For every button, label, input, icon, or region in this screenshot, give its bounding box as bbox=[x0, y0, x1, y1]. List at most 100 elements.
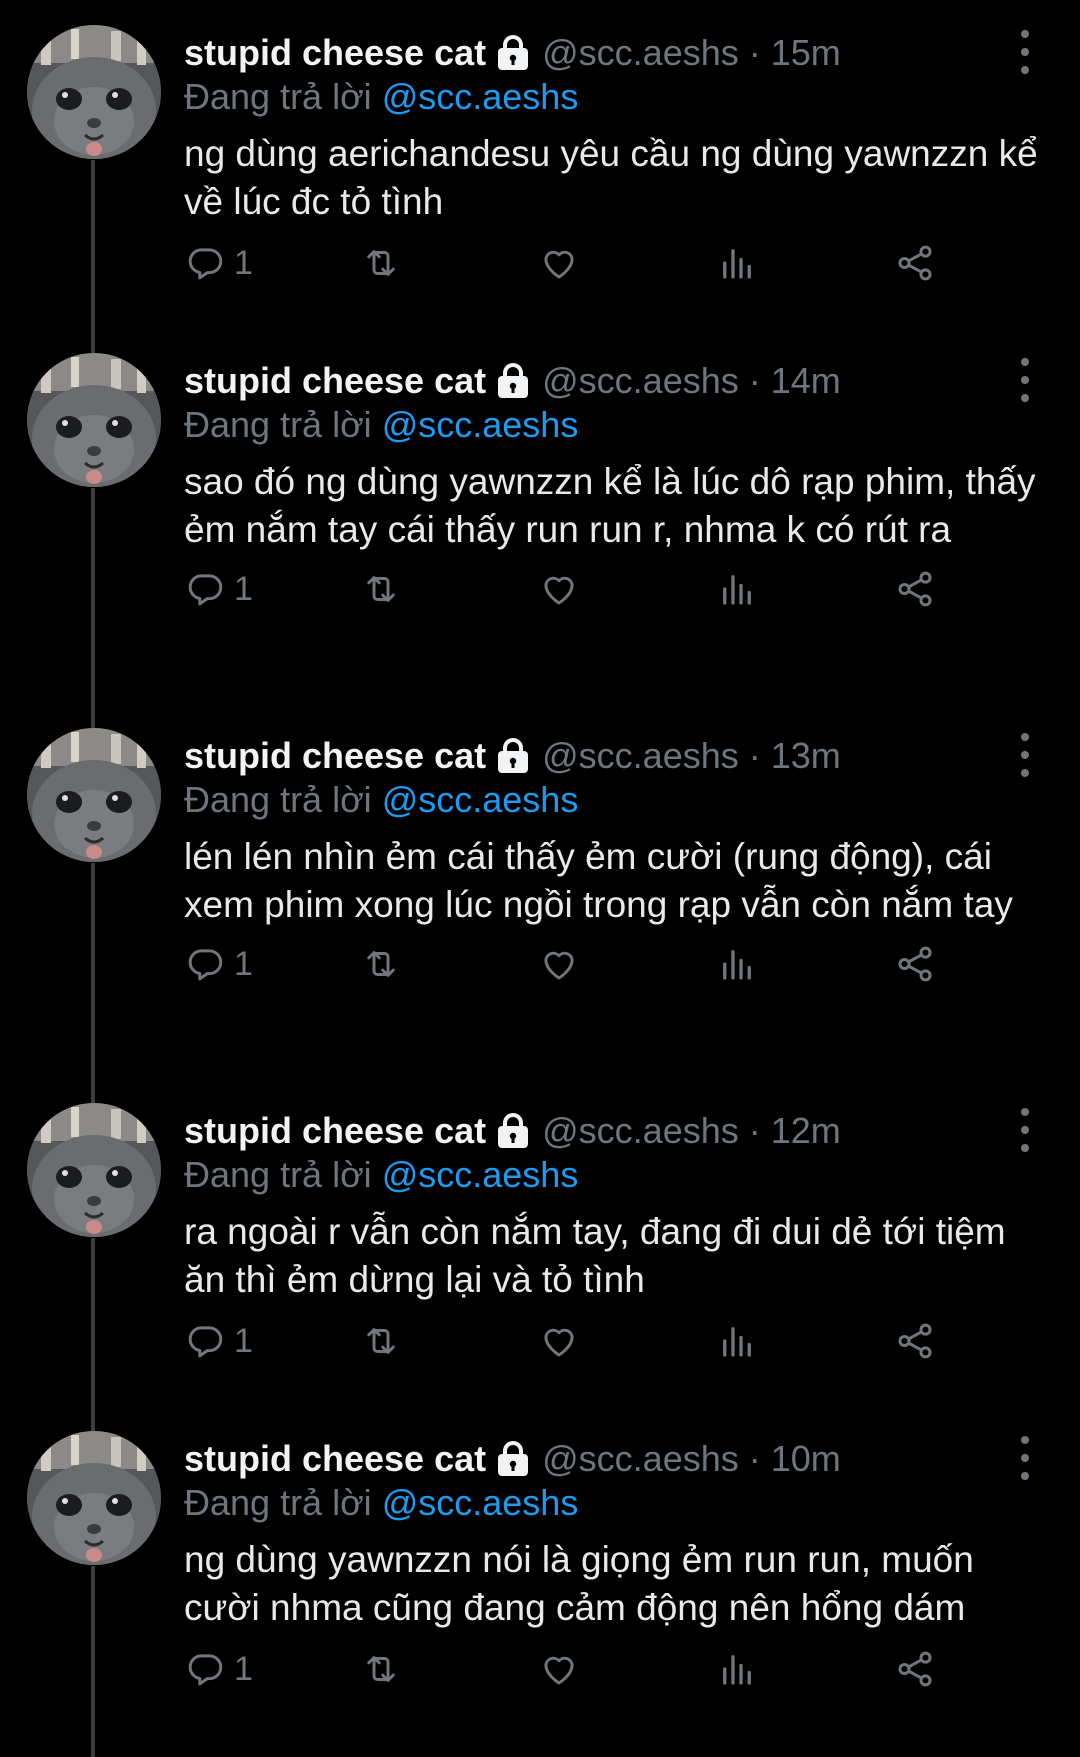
tweet-header: stupid cheese cat @scc.aeshs · 13m bbox=[184, 731, 841, 781]
retweet-button[interactable] bbox=[360, 941, 402, 987]
thread-line bbox=[91, 1566, 95, 1757]
replying-mention[interactable]: @scc.aeshs bbox=[382, 779, 579, 820]
avatar[interactable] bbox=[27, 25, 161, 159]
more-vertical-icon[interactable] bbox=[1010, 1108, 1040, 1152]
cat-avatar-image bbox=[27, 728, 161, 862]
share-button[interactable] bbox=[894, 566, 936, 612]
views-icon bbox=[723, 249, 751, 279]
avatar[interactable] bbox=[27, 728, 161, 862]
like-button[interactable] bbox=[538, 240, 580, 286]
retweet-button[interactable] bbox=[360, 1646, 402, 1692]
views-button[interactable] bbox=[716, 566, 758, 612]
timestamp[interactable]: 10m bbox=[771, 1438, 841, 1480]
like-button[interactable] bbox=[538, 1646, 580, 1692]
action-bar: 1 bbox=[184, 566, 1024, 612]
lock-icon bbox=[498, 35, 529, 70]
tweet-text: ng dùng aerichandesu yêu cầu ng dùng yaw… bbox=[184, 133, 1038, 222]
reply-count: 1 bbox=[234, 569, 253, 608]
more-vertical-icon[interactable] bbox=[1010, 1436, 1040, 1480]
display-name[interactable]: stupid cheese cat bbox=[184, 735, 486, 777]
tweet[interactable]: stupid cheese cat @scc.aeshs · 15m Đang … bbox=[0, 0, 1080, 354]
heart-icon bbox=[544, 951, 574, 980]
retweet-icon bbox=[367, 576, 395, 602]
avatar[interactable] bbox=[27, 1431, 161, 1565]
tweet[interactable]: stupid cheese cat @scc.aeshs · 13m Đang … bbox=[0, 703, 1080, 1104]
replying-mention[interactable]: @scc.aeshs bbox=[382, 1482, 579, 1523]
tweet-header: stupid cheese cat @scc.aeshs · 14m bbox=[184, 356, 841, 406]
heart-icon bbox=[544, 1656, 574, 1685]
retweet-button[interactable] bbox=[360, 566, 402, 612]
tweet-text: ra ngoài r vẫn còn nắm tay, đang đi dui … bbox=[184, 1211, 1006, 1300]
cat-avatar-image bbox=[27, 1431, 161, 1565]
handle[interactable]: @scc.aeshs bbox=[542, 360, 739, 402]
share-icon bbox=[898, 1651, 932, 1687]
replying-mention[interactable]: @scc.aeshs bbox=[382, 404, 579, 445]
reply-button[interactable]: 1 bbox=[184, 240, 253, 286]
thread-line bbox=[91, 488, 95, 729]
action-bar: 1 bbox=[184, 1318, 1024, 1364]
replying-to: Đang trả lời @scc.aeshs bbox=[184, 1482, 578, 1524]
display-name[interactable]: stupid cheese cat bbox=[184, 360, 486, 402]
replying-prefix: Đang trả lời bbox=[184, 1154, 372, 1195]
share-icon bbox=[898, 946, 932, 982]
like-button[interactable] bbox=[538, 566, 580, 612]
share-button[interactable] bbox=[894, 941, 936, 987]
tweet-text: sao đó ng dùng yawnzzn kể là lúc dô rạp … bbox=[184, 461, 1036, 550]
heart-icon bbox=[544, 576, 574, 605]
separator: · bbox=[748, 360, 761, 401]
reply-button[interactable]: 1 bbox=[184, 566, 253, 612]
share-icon bbox=[898, 571, 932, 607]
views-button[interactable] bbox=[716, 240, 758, 286]
reply-button[interactable]: 1 bbox=[184, 1318, 253, 1364]
separator: · bbox=[748, 1110, 761, 1151]
handle[interactable]: @scc.aeshs bbox=[542, 735, 739, 777]
timestamp[interactable]: 12m bbox=[771, 1110, 841, 1152]
like-button[interactable] bbox=[538, 1318, 580, 1364]
retweet-button[interactable] bbox=[360, 240, 402, 286]
action-bar: 1 bbox=[184, 941, 1024, 987]
share-button[interactable] bbox=[894, 1646, 936, 1692]
more-vertical-icon[interactable] bbox=[1010, 30, 1040, 74]
display-name[interactable]: stupid cheese cat bbox=[184, 32, 486, 74]
tweet-header: stupid cheese cat @scc.aeshs · 10m bbox=[184, 1434, 841, 1484]
tweet[interactable]: stupid cheese cat @scc.aeshs · 14m Đang … bbox=[0, 328, 1080, 729]
timestamp[interactable]: 13m bbox=[771, 735, 841, 777]
views-button[interactable] bbox=[716, 1318, 758, 1364]
share-button[interactable] bbox=[894, 240, 936, 286]
retweet-button[interactable] bbox=[360, 1318, 402, 1364]
tweet-header: stupid cheese cat @scc.aeshs · 15m bbox=[184, 28, 841, 78]
replying-prefix: Đang trả lời bbox=[184, 76, 372, 117]
more-vertical-icon[interactable] bbox=[1010, 733, 1040, 777]
timestamp[interactable]: 15m bbox=[771, 32, 841, 74]
timestamp[interactable]: 14m bbox=[771, 360, 841, 402]
reply-button[interactable]: 1 bbox=[184, 941, 253, 987]
reply-icon bbox=[188, 949, 223, 981]
replying-mention[interactable]: @scc.aeshs bbox=[382, 1154, 579, 1195]
separator: · bbox=[748, 32, 761, 73]
views-button[interactable] bbox=[716, 941, 758, 987]
tweet[interactable]: stupid cheese cat @scc.aeshs · 10m Đang … bbox=[0, 1406, 1080, 1757]
replying-prefix: Đang trả lời bbox=[184, 404, 372, 445]
tweet[interactable]: stupid cheese cat @scc.aeshs · 12m Đang … bbox=[0, 1078, 1080, 1432]
avatar[interactable] bbox=[27, 1103, 161, 1237]
replying-mention[interactable]: @scc.aeshs bbox=[382, 76, 579, 117]
share-button[interactable] bbox=[894, 1318, 936, 1364]
more-vertical-icon[interactable] bbox=[1010, 358, 1040, 402]
lock-icon bbox=[498, 1113, 529, 1148]
like-button[interactable] bbox=[538, 941, 580, 987]
replying-to: Đang trả lời @scc.aeshs bbox=[184, 404, 578, 446]
views-button[interactable] bbox=[716, 1646, 758, 1692]
retweet-icon bbox=[367, 250, 395, 276]
display-name[interactable]: stupid cheese cat bbox=[184, 1438, 486, 1480]
reply-count: 1 bbox=[234, 243, 253, 282]
cat-avatar-image bbox=[27, 1103, 161, 1237]
tweet-header: stupid cheese cat @scc.aeshs · 12m bbox=[184, 1106, 841, 1156]
replying-prefix: Đang trả lời bbox=[184, 1482, 372, 1523]
display-name[interactable]: stupid cheese cat bbox=[184, 1110, 486, 1152]
avatar[interactable] bbox=[27, 353, 161, 487]
reply-button[interactable]: 1 bbox=[184, 1646, 253, 1692]
handle[interactable]: @scc.aeshs bbox=[542, 1438, 739, 1480]
handle[interactable]: @scc.aeshs bbox=[542, 1110, 739, 1152]
separator: · bbox=[748, 1438, 761, 1479]
handle[interactable]: @scc.aeshs bbox=[542, 32, 739, 74]
